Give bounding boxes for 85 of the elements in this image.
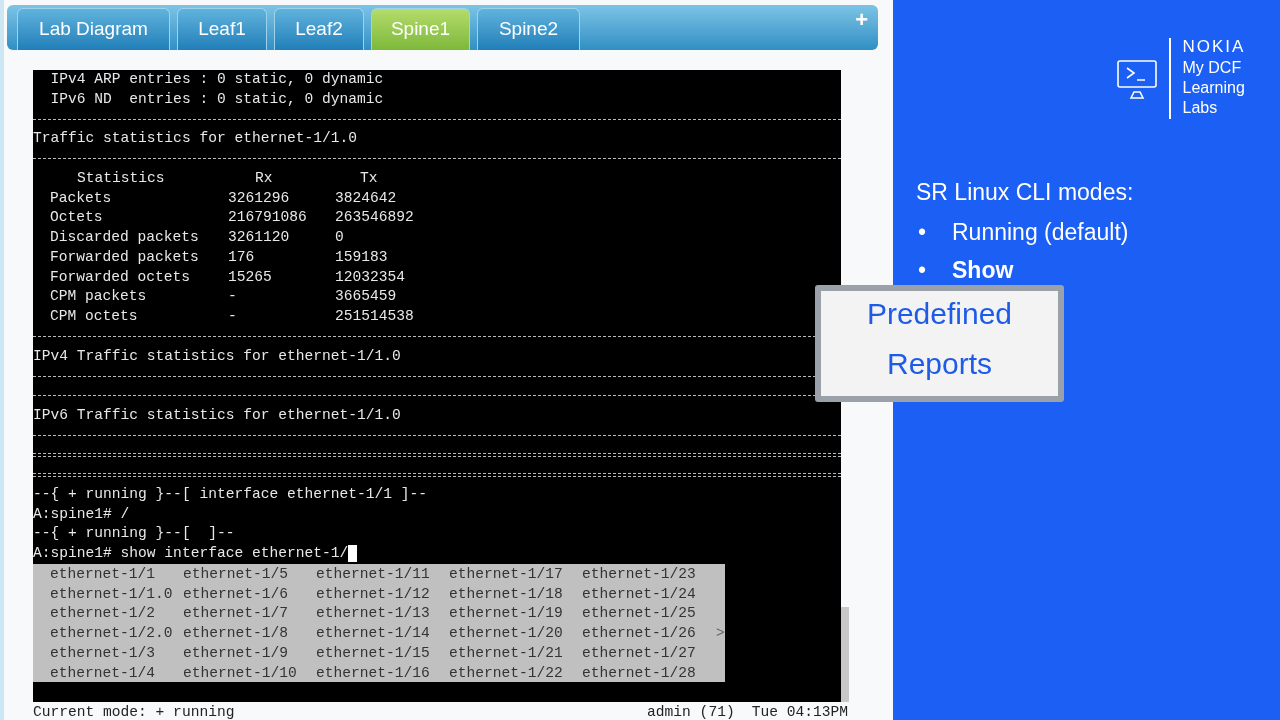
- completion-item: ethernet-1/1.0: [50, 584, 173, 604]
- completion-item: ethernet-1/19: [449, 604, 563, 624]
- completion-item: ethernet-1/2: [50, 604, 156, 624]
- completion-item: ethernet-1/18: [449, 584, 563, 604]
- product-name-line: Labs: [1182, 98, 1219, 118]
- completion-item: ethernet-1/24: [582, 584, 696, 604]
- completion-item: ethernet-1/5: [183, 564, 289, 584]
- completion-item: ethernet-1/13: [316, 604, 430, 624]
- table-cell: 263546892: [335, 208, 414, 228]
- bullet-text: Running (default): [952, 217, 1129, 247]
- completion-item: ethernet-1/3: [50, 643, 156, 663]
- more-indicator: >: [716, 623, 725, 643]
- status-mode: Current mode: + running: [33, 704, 235, 720]
- table-cell-text: Discarded packets: [50, 228, 199, 247]
- table-cell-text: -: [228, 307, 237, 326]
- terminal-line: IPv6 Traffic statistics for ethernet-1/1.0: [33, 405, 401, 425]
- completion-item: ethernet-1/6: [183, 584, 289, 604]
- command-line: A:spine1# show interface ethernet-1/: [33, 544, 349, 563]
- completion-item: ethernet-1/10: [183, 663, 297, 683]
- bullet-text: Show: [952, 255, 1014, 285]
- terminal-line: Traffic statistics for ethernet-1/1.0: [33, 129, 358, 149]
- completion-item: ethernet-1/7: [183, 604, 289, 624]
- terminal-line: IPv4 Traffic statistics for ethernet-1/1.0: [33, 346, 401, 366]
- table-cell-text: 3261120: [228, 228, 290, 247]
- column-header: Statistics: [77, 168, 165, 188]
- table-cell-text: Packets: [50, 188, 112, 208]
- table-cell: Octets: [50, 208, 103, 228]
- table-cell-text: 3824642: [335, 188, 397, 208]
- callout-text: Predefined Reports: [865, 296, 1014, 382]
- add-tab-button[interactable]: +: [855, 9, 868, 31]
- terminal-line: --{ + running }--[ ]--: [33, 524, 235, 544]
- table-cell-text: Forwarded packets: [50, 247, 199, 267]
- completion-item: ethernet-1/21: [449, 643, 563, 663]
- completion-item: ethernet-1/25: [582, 604, 696, 624]
- table-cell-text: 176: [228, 247, 255, 267]
- terminal-line: A:spine1# /: [33, 504, 130, 524]
- completion-item: ethernet-1/2.0: [50, 624, 173, 643]
- table-cell-text: CPM octets: [50, 307, 138, 326]
- completion-item: ethernet-1/26: [582, 624, 696, 643]
- tab[interactable]: Leaf1: [177, 8, 267, 50]
- product-name-line: Learning: [1182, 78, 1246, 98]
- tab[interactable]: Spine2: [477, 8, 580, 50]
- tab[interactable]: Lab Diagram: [17, 8, 170, 50]
- table-cell: 3665459: [335, 287, 397, 307]
- table-cell: 216791086: [228, 208, 307, 228]
- completion-item: ethernet-1/28: [582, 663, 696, 683]
- column-header: Tx: [360, 168, 378, 188]
- completion-item: ethernet-1/16: [316, 663, 430, 683]
- table-cell-text: 159183: [335, 247, 388, 267]
- completion-item: ethernet-1/8: [183, 624, 289, 643]
- terminal-monitor-icon: [1117, 60, 1157, 100]
- status-time: Tue 04:13PM: [751, 704, 848, 720]
- table-cell: -: [228, 287, 237, 307]
- completion-item: ethernet-1/22: [449, 663, 563, 683]
- table-cell-text: 12032354: [335, 267, 406, 287]
- table-cell-text: 3261296: [228, 188, 290, 208]
- completion-item: ethernet-1/20: [449, 624, 563, 643]
- bullet-marker: •: [917, 217, 928, 247]
- scrollbar-thumb[interactable]: [841, 607, 849, 702]
- brand-logo: NOKIA: [1182, 38, 1246, 56]
- completion-item: ethernet-1/12: [316, 584, 430, 604]
- tab[interactable]: Leaf2: [274, 8, 364, 50]
- completion-item: ethernet-1/27: [582, 643, 696, 663]
- completion-item: ethernet-1/17: [449, 564, 563, 584]
- table-cell-text: 251514538: [335, 307, 414, 326]
- completion-item: ethernet-1/23: [582, 564, 696, 584]
- product-name-line: My DCF: [1182, 58, 1243, 78]
- table-cell-text: 0: [335, 228, 344, 247]
- table-cell-text: 15265: [228, 267, 272, 287]
- tab[interactable]: Spine1: [371, 8, 470, 50]
- completion-item: ethernet-1/9: [183, 643, 289, 663]
- slide-heading: SR Linux CLI modes:: [916, 178, 1134, 207]
- completion-item: ethernet-1/11: [316, 564, 430, 584]
- terminal-line: IPv6 ND entries : 0 static, 0 dynamic: [49, 89, 384, 109]
- bullet-marker: •: [917, 255, 928, 285]
- terminal-line: --{ + running }--[ interface ethernet-1/1 ]--: [33, 484, 428, 504]
- completion-item: ethernet-1/15: [316, 643, 430, 663]
- table-cell-text: Forwarded octets: [50, 267, 191, 287]
- completion-item: ethernet-1/14: [316, 624, 430, 643]
- table-cell: CPM packets: [50, 287, 147, 307]
- completion-item: ethernet-1/1: [50, 564, 156, 584]
- status-user: admin (71): [647, 704, 735, 720]
- column-header: Rx: [255, 168, 273, 188]
- completion-item: ethernet-1/4: [50, 663, 156, 683]
- terminal-line: IPv4 ARP entries : 0 static, 0 dynamic: [49, 70, 384, 89]
